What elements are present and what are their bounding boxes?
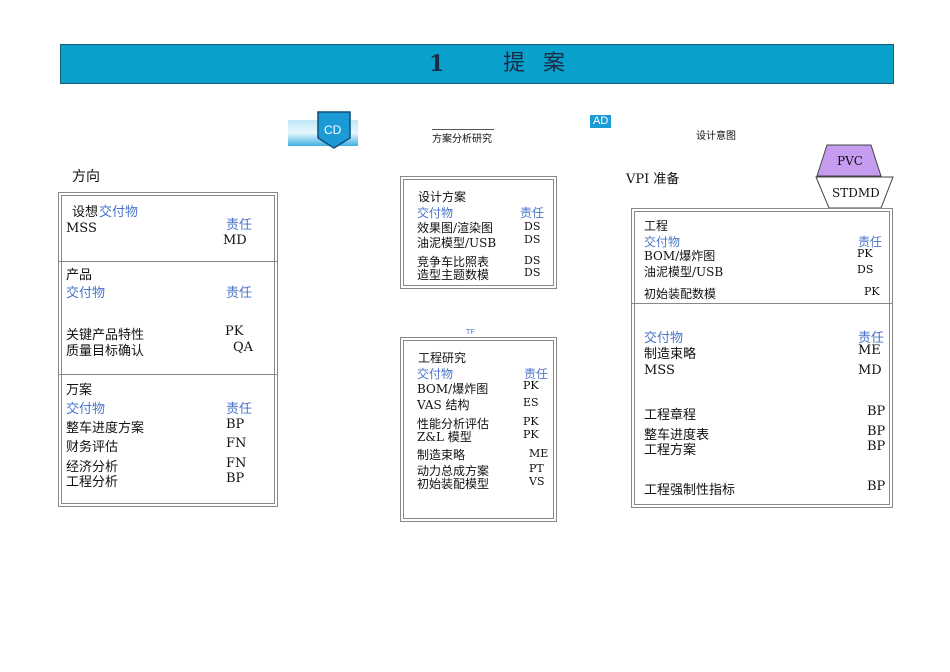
design-intent-label: 设计意图 [696,131,736,142]
right-s2-code: BP [867,439,886,454]
mid1-code: DS [524,233,541,246]
mid2-code: VS [529,475,545,488]
mid2-code: PT [529,462,544,475]
right-s2-item: MSS [644,363,675,378]
mid2-item: 初始装配模型 [417,477,490,491]
mid2-item: VAS 结构 [417,398,470,412]
ad-badge: AD [590,115,612,128]
left-s1-resp: 责任 [226,218,253,233]
right-s2-code: BP [867,479,886,494]
mid1-code: DS [524,220,541,233]
left-s3-code: FN [226,436,247,451]
cd-label: CD [324,123,342,137]
right-s2-code: MD [858,363,882,378]
mid1-item: 油泥模型/USB [417,236,497,250]
left-s2-code: QA [233,340,254,355]
section-number: 1 [429,51,445,77]
left-s3-code: FN [226,456,247,471]
left-s1-code: MD [223,233,247,248]
right-s1-item: 油泥模型/USB [644,265,724,279]
scheme-research-label: 方案分析研究 [432,134,492,145]
mid2-code: PK [523,428,539,441]
left-s2-code: PK [225,324,244,339]
right-s1-code: PK [857,247,873,260]
left-s3-item: 财务评估 [66,440,119,455]
mid2-title: 工程研究 [418,351,467,365]
left-s3-code: BP [226,417,245,432]
right-s1-item: BOM/爆炸图 [644,249,716,263]
mid1-item: 造型主题数模 [417,268,490,282]
mid2-item: 制造束略 [417,448,466,462]
right-s2-item: 制造束略 [644,347,697,362]
mid2-code: ME [529,447,549,460]
mid1-code: DS [524,266,541,279]
mid2-item: Z&L 模型 [417,430,472,444]
left-s3-resp: 责任 [226,402,253,417]
mid2-code: ES [523,396,539,409]
left-s3-deliverables: 交付物 [66,402,106,417]
left-s3-code: BP [226,471,245,486]
mid2-code: PK [523,415,539,428]
stdmd-label: STDMD [832,186,880,200]
left-s1-head-pre: 设想 [72,205,99,220]
left-column-title: 方向 [72,169,100,185]
mid2-code: PK [523,379,539,392]
right-s1-code: DS [857,263,874,276]
left-s2-resp: 责任 [226,286,253,301]
section-title: 提案 [503,51,584,76]
right-s2-item: 工程章程 [644,408,697,423]
right-s2-code: BP [867,424,886,439]
right-s2-code: BP [867,404,886,419]
right-s2-code: ME [858,343,881,358]
left-s1-head-deliverables: 交付物 [99,205,139,220]
left-s1-item: MSS [66,221,97,236]
right-s1-item: 初始装配数模 [644,287,717,301]
right-s2-item: 工程方案 [644,443,697,458]
left-s3-title: 万案 [66,383,93,398]
mid1-title: 设计方案 [418,190,467,204]
left-s3-item: 工程分析 [66,475,119,490]
left-s3-item: 整车进度方案 [66,421,145,436]
tf-label: TF [466,329,475,336]
right-s2-item: 工程强制性指标 [644,483,736,498]
pvc-label: PVC [837,154,863,168]
right-column-title: VPI 准备 [626,172,680,187]
left-s2-title: 产品 [66,268,93,283]
left-s2-deliverables: 交付物 [66,286,106,301]
left-s2-item: 质量目标确认 [66,344,145,359]
right-s1-code: PK [864,285,880,298]
mid2-item: BOM/爆炸图 [417,382,489,396]
mid1-resp: 责任 [520,206,545,220]
title-banner: 1 提案 [60,44,894,84]
right-s1-title: 工程 [644,219,669,233]
